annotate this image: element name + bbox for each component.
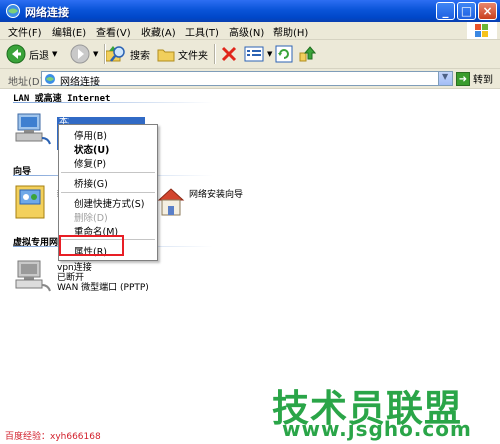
ctx-create-shortcut[interactable]: 创建快捷方式(S) bbox=[74, 196, 144, 210]
menu-tools[interactable]: 工具(T) bbox=[185, 24, 219, 39]
go-label: 转到 bbox=[473, 75, 493, 86]
local-connection-icon[interactable] bbox=[14, 112, 54, 148]
close-icon: × bbox=[482, 4, 493, 18]
network-setup-wizard-name[interactable]: 网络安装向导 bbox=[189, 190, 243, 201]
views-icon bbox=[244, 46, 264, 62]
minimize-icon: _ bbox=[442, 4, 449, 18]
vpn-connection-icon[interactable] bbox=[14, 259, 54, 295]
menu-view[interactable]: 查看(V) bbox=[96, 24, 131, 39]
maximize-icon: □ bbox=[460, 4, 473, 18]
back-dropdown-icon[interactable]: ▼ bbox=[52, 50, 57, 58]
ctx-repair[interactable]: 修复(P) bbox=[74, 156, 106, 170]
ctx-status[interactable]: 状态(U) bbox=[74, 142, 109, 156]
ctx-separator bbox=[61, 172, 155, 173]
delete-button[interactable] bbox=[220, 44, 238, 64]
address-input[interactable]: 网络连接 ▼ bbox=[41, 71, 453, 88]
menu-advanced[interactable]: 高级(N) bbox=[229, 24, 264, 39]
search-label: 搜索 bbox=[130, 50, 150, 62]
search-button[interactable]: 搜索 bbox=[109, 44, 150, 64]
network-setup-wizard-icon[interactable] bbox=[156, 186, 186, 218]
ctx-delete: 删除(D) bbox=[74, 213, 108, 224]
refresh-icon bbox=[275, 45, 293, 63]
window-title: 网络连接 bbox=[25, 6, 69, 19]
delete-x-icon bbox=[221, 46, 237, 62]
toolbar-separator bbox=[214, 44, 216, 64]
watermark-baidu: 百度经验：xyh666168 bbox=[5, 432, 101, 442]
refresh-button[interactable] bbox=[275, 44, 293, 64]
menu-favorites[interactable]: 收藏(A) bbox=[141, 24, 176, 39]
watermark-url: www.jsgho.com bbox=[282, 417, 472, 441]
toolbar-separator bbox=[104, 44, 106, 64]
toolbar: 后退 ▼ ▼ 搜索 文件夹 ▼ bbox=[0, 40, 500, 69]
go-arrow-icon: ➜ bbox=[456, 71, 470, 86]
forward-button[interactable]: ▼ bbox=[70, 44, 98, 64]
views-button[interactable]: ▼ bbox=[244, 44, 272, 64]
vpn-connection-device: WAN 微型端口 (PPTP) bbox=[57, 283, 149, 293]
new-connection-wizard-icon[interactable] bbox=[14, 184, 48, 220]
group-divider bbox=[13, 102, 213, 103]
ctx-disable[interactable]: 停用(B) bbox=[74, 128, 107, 142]
ctx-separator bbox=[61, 192, 155, 193]
menu-edit[interactable]: 编辑(E) bbox=[52, 24, 86, 39]
windows-logo-icon bbox=[467, 22, 497, 39]
address-dropdown[interactable]: ▼ bbox=[438, 72, 452, 85]
folders-label: 文件夹 bbox=[178, 50, 208, 62]
folder-up-green-icon bbox=[299, 46, 316, 62]
go-button[interactable]: ➜ 转到 bbox=[456, 71, 493, 86]
menu-file[interactable]: 文件(F) bbox=[8, 24, 42, 39]
back-arrow-icon bbox=[6, 44, 26, 64]
maximize-button[interactable]: □ bbox=[457, 2, 476, 20]
back-label: 后退 bbox=[29, 50, 49, 62]
address-label: 地址(D) bbox=[8, 77, 44, 88]
address-bar: 地址(D) 网络连接 ▼ ➜ 转到 bbox=[0, 69, 500, 89]
properties-highlight-box bbox=[59, 235, 124, 256]
views-dropdown-icon[interactable]: ▼ bbox=[267, 50, 272, 58]
folders-icon bbox=[157, 49, 175, 62]
address-value: 网络连接 bbox=[60, 77, 100, 88]
search-icon bbox=[110, 46, 125, 62]
close-button[interactable]: × bbox=[478, 2, 497, 20]
forward-arrow-icon bbox=[70, 44, 90, 64]
back-button[interactable]: 后退 ▼ bbox=[6, 44, 57, 64]
folders-button[interactable]: 文件夹 bbox=[157, 44, 208, 64]
title-bar: 网络连接 _ □ × bbox=[0, 0, 500, 22]
ctx-bridge[interactable]: 桥接(G) bbox=[74, 176, 108, 190]
network-connections-icon bbox=[6, 4, 20, 18]
folder-options-button[interactable] bbox=[298, 44, 316, 64]
menu-bar: 文件(F) 编辑(E) 查看(V) 收藏(A) 工具(T) 高级(N) 帮助(H… bbox=[0, 22, 500, 40]
network-globe-icon bbox=[45, 74, 55, 84]
forward-dropdown-icon[interactable]: ▼ bbox=[93, 50, 98, 58]
menu-help[interactable]: 帮助(H) bbox=[273, 24, 308, 39]
minimize-button[interactable]: _ bbox=[436, 2, 455, 20]
chevron-down-icon: ▼ bbox=[442, 72, 449, 81]
